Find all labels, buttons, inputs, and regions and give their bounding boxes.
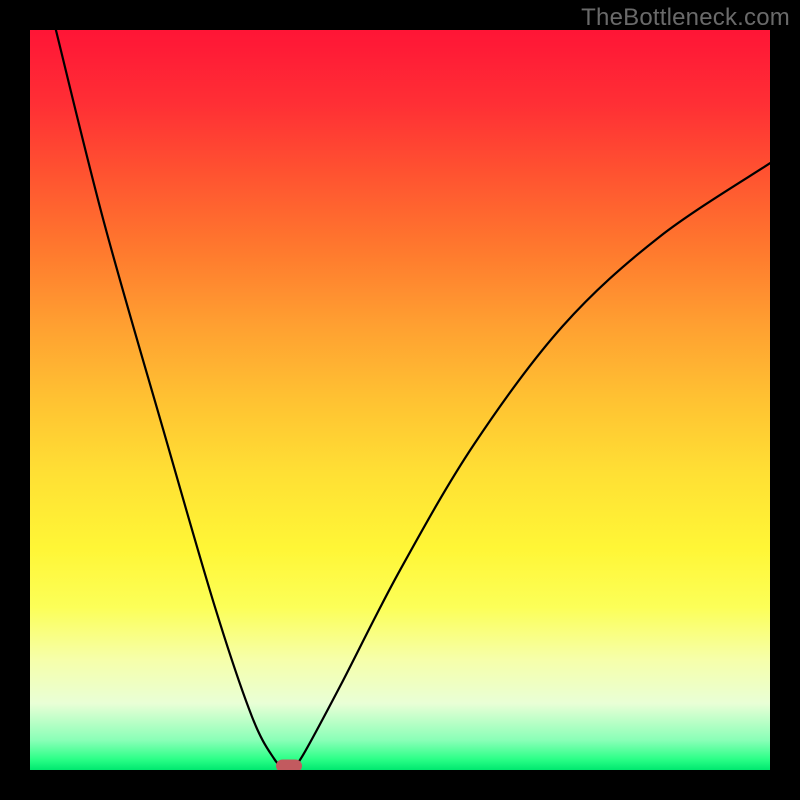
curve-path [56,30,770,770]
plot-area [30,30,770,770]
watermark-text: TheBottleneck.com [581,4,790,32]
minimum-marker [276,760,302,770]
chart-frame: TheBottleneck.com [0,0,800,800]
curve-svg [30,30,770,770]
